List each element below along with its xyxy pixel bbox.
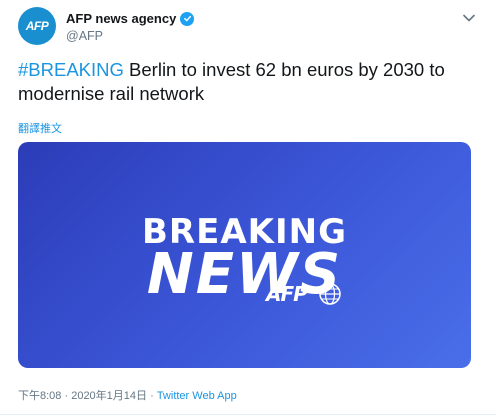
tweet-text: #BREAKING Berlin to invest 62 bn euros b… — [18, 58, 478, 106]
tweet-time[interactable]: 下午8:08 — [18, 390, 61, 402]
author-name-row[interactable]: AFP news agency — [66, 11, 195, 26]
meta-separator: · — [147, 390, 157, 402]
chevron-down-icon[interactable] — [462, 11, 476, 25]
media-image[interactable]: BREAKING NEWS AFP — [18, 142, 471, 368]
display-name[interactable]: AFP news agency — [66, 11, 176, 26]
media-news-text: NEWS — [146, 242, 343, 307]
meta-separator: · — [61, 390, 72, 402]
media-afp-logo: AFP — [266, 282, 308, 306]
user-handle[interactable]: @AFP — [66, 29, 103, 43]
tweet-client-link[interactable]: Twitter Web App — [157, 390, 237, 402]
hashtag-link[interactable]: #BREAKING — [18, 59, 124, 80]
avatar-logo: AFP — [25, 19, 49, 33]
tweet-meta: 下午8:08 · 2020年1月14日 · Twitter Web App — [18, 387, 237, 403]
translate-tweet-link[interactable]: 翻譯推文 — [18, 120, 62, 136]
tweet-date[interactable]: 2020年1月14日 — [71, 390, 147, 402]
verified-badge-icon — [180, 11, 195, 26]
globe-icon — [319, 283, 341, 305]
tweet-card[interactable]: AFP AFP news agency @AFP #BREAKING Berli… — [0, 0, 496, 415]
avatar[interactable]: AFP — [18, 7, 56, 45]
